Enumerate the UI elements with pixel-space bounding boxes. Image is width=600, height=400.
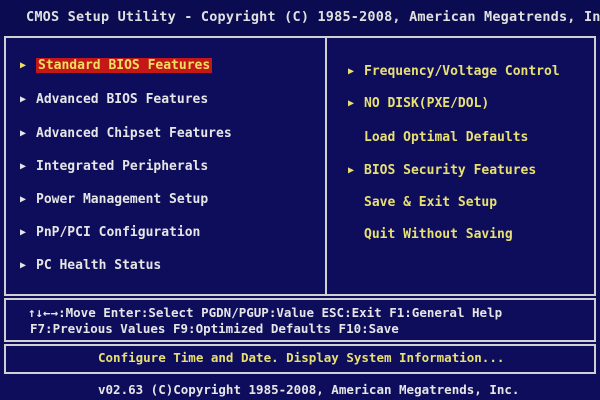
menu-item-power-management-setup[interactable]: ▶ Power Management Setup: [20, 190, 208, 210]
triangle-right-icon: ▶: [20, 260, 27, 271]
menu-item-label: Quit Without Saving: [364, 227, 513, 242]
menu-item-label: Load Optimal Defaults: [364, 130, 529, 145]
triangle-right-icon: ▶: [20, 161, 27, 172]
menu-item-label: Advanced Chipset Features: [36, 126, 232, 141]
menu-item-label: PC Health Status: [36, 258, 162, 273]
triangle-right-icon: ▶: [348, 98, 355, 109]
key-help-line-2: F7:Previous Values F9:Optimized Defaults…: [30, 321, 399, 336]
menu-item-label: BIOS Security Features: [364, 163, 537, 178]
menu-item-label: Advanced BIOS Features: [36, 92, 209, 107]
menu-item-integrated-peripherals[interactable]: ▶ Integrated Peripherals: [20, 157, 208, 177]
menu-item-label: Standard BIOS Features: [36, 58, 213, 73]
key-help-line-1: ↑↓←→:Move Enter:Select PGDN/PGUP:Value E…: [28, 305, 503, 320]
menu-item-label: Frequency/Voltage Control: [364, 64, 560, 79]
menu-item-bios-security-features[interactable]: ▶ BIOS Security Features: [348, 161, 536, 181]
menu-item-label: Power Management Setup: [36, 192, 209, 207]
triangle-right-icon: ▶: [20, 60, 27, 71]
menu-divider: [325, 36, 327, 296]
window-title: CMOS Setup Utility - Copyright (C) 1985-…: [0, 0, 600, 36]
menu-item-frequency-voltage-control[interactable]: ▶ Frequency/Voltage Control: [348, 62, 560, 82]
menu-item-pc-health-status[interactable]: ▶ PC Health Status: [20, 256, 161, 276]
triangle-right-icon: ▶: [20, 128, 27, 139]
status-description: Configure Time and Date. Display System …: [98, 350, 505, 365]
triangle-right-icon: ▶: [20, 227, 27, 238]
menu-item-advanced-bios-features[interactable]: ▶ Advanced BIOS Features: [20, 90, 208, 110]
menu-item-label: Integrated Peripherals: [36, 159, 209, 174]
menu-item-quit-without-saving[interactable]: Quit Without Saving: [348, 225, 513, 245]
menu-item-standard-bios-features[interactable]: ▶ Standard BIOS Features: [20, 56, 213, 76]
menu-item-load-optimal-defaults[interactable]: Load Optimal Defaults: [348, 128, 528, 148]
bios-screen: CMOS Setup Utility - Copyright (C) 1985-…: [0, 0, 600, 400]
menu-item-advanced-chipset-features[interactable]: ▶ Advanced Chipset Features: [20, 124, 232, 144]
menu-item-label: NO DISK(PXE/DOL): [364, 96, 490, 111]
triangle-right-icon: ▶: [20, 194, 27, 205]
menu-item-no-disk[interactable]: ▶ NO DISK(PXE/DOL): [348, 94, 489, 114]
menu-item-pnp-pci-configuration[interactable]: ▶ PnP/PCI Configuration: [20, 223, 200, 243]
footer-copyright: v02.63 (C)Copyright 1985-2008, American …: [98, 382, 520, 397]
menu-item-save-exit-setup[interactable]: Save & Exit Setup: [348, 193, 497, 213]
triangle-right-icon: ▶: [20, 94, 27, 105]
menu-item-label: Save & Exit Setup: [364, 195, 498, 210]
triangle-right-icon: ▶: [348, 165, 355, 176]
menu-item-label: PnP/PCI Configuration: [36, 225, 201, 240]
triangle-right-icon: ▶: [348, 66, 355, 77]
